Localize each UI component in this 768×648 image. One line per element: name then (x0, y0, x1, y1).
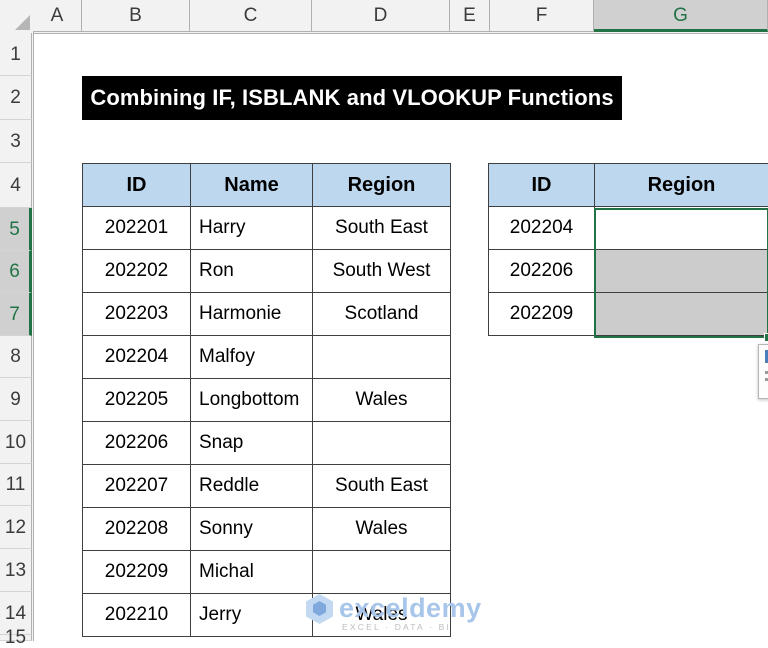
lookup-cell-region-active[interactable] (595, 207, 768, 250)
row-header-8[interactable]: 8 (0, 336, 32, 378)
select-all-triangle-icon (15, 15, 30, 30)
cell-region[interactable] (313, 422, 451, 465)
cell-region[interactable]: South West (313, 250, 451, 293)
row-header-15[interactable]: 15 (0, 635, 32, 641)
column-header-e[interactable]: E (450, 0, 490, 32)
column-header-region[interactable]: Region (313, 164, 451, 207)
worksheet-grid[interactable]: Combining IF, ISBLANK and VLOOKUP Functi… (33, 33, 768, 641)
lookup-cell-id[interactable]: 202204 (489, 207, 595, 250)
cell-id[interactable]: 202204 (83, 336, 191, 379)
cell-region[interactable]: Wales (313, 379, 451, 422)
cell-id[interactable]: 202209 (83, 551, 191, 594)
lookup-cell-id[interactable]: 202206 (489, 250, 595, 293)
cell-id[interactable]: 202207 (83, 465, 191, 508)
column-header-d[interactable]: D (312, 0, 450, 32)
lookup-result-table[interactable]: ID Region 202204 202206 202209 (488, 163, 768, 336)
quick-analysis-popup[interactable] (758, 344, 768, 399)
cell-name[interactable]: Malfoy (191, 336, 313, 379)
lookup-column-header-region[interactable]: Region (595, 164, 768, 207)
select-all-corner[interactable] (0, 0, 34, 34)
cell-region[interactable]: Scotland (313, 293, 451, 336)
cell-id[interactable]: 202210 (83, 594, 191, 637)
column-header-g[interactable]: G (594, 0, 768, 32)
row-header-3[interactable]: 3 (0, 120, 32, 163)
table-row[interactable]: 202210 Jerry Wales (83, 594, 451, 637)
cell-region[interactable]: Wales (313, 508, 451, 551)
row-header-9[interactable]: 9 (0, 378, 32, 421)
title-banner: Combining IF, ISBLANK and VLOOKUP Functi… (82, 76, 622, 120)
cell-name[interactable]: Jerry (191, 594, 313, 637)
column-header-name[interactable]: Name (191, 164, 313, 207)
table-row[interactable]: 202209 (489, 293, 768, 336)
table-header-row: ID Region (489, 164, 768, 207)
row-header-4[interactable]: 4 (0, 163, 32, 208)
table-row[interactable]: 202201 Harry South East (83, 207, 451, 250)
cell-region[interactable]: Wales (313, 594, 451, 637)
cell-name[interactable]: Snap (191, 422, 313, 465)
table-row[interactable]: 202202 Ron South West (83, 250, 451, 293)
table-row[interactable]: 202205 Longbottom Wales (83, 379, 451, 422)
cell-region[interactable]: South East (313, 465, 451, 508)
table-row[interactable]: 202208 Sonny Wales (83, 508, 451, 551)
fill-handle[interactable] (764, 333, 768, 342)
excel-worksheet: Combining IF, ISBLANK and VLOOKUP Functi… (0, 0, 768, 641)
row-header-1[interactable]: 1 (0, 33, 32, 76)
row-header-10[interactable]: 10 (0, 421, 32, 464)
table-row[interactable]: 202204 Malfoy (83, 336, 451, 379)
row-header-2[interactable]: 2 (0, 76, 32, 120)
column-header-id[interactable]: ID (83, 164, 191, 207)
column-header-c[interactable]: C (190, 0, 312, 32)
row-header-12[interactable]: 12 (0, 506, 32, 549)
source-data-table[interactable]: ID Name Region 202201 Harry South East 2… (82, 163, 451, 637)
lookup-column-header-id[interactable]: ID (489, 164, 595, 207)
table-header-row: ID Name Region (83, 164, 451, 207)
row-header-7[interactable]: 7 (0, 293, 32, 336)
cell-id[interactable]: 202202 (83, 250, 191, 293)
cell-id[interactable]: 202206 (83, 422, 191, 465)
lookup-cell-region-selected[interactable] (595, 293, 768, 336)
cell-region[interactable] (313, 551, 451, 594)
banner-title: Combining IF, ISBLANK and VLOOKUP Functi… (90, 85, 613, 111)
cell-region[interactable] (313, 336, 451, 379)
cell-name[interactable]: Harry (191, 207, 313, 250)
table-row[interactable]: 202203 Harmonie Scotland (83, 293, 451, 336)
column-header-b[interactable]: B (82, 0, 190, 32)
column-header-f[interactable]: F (490, 0, 594, 32)
cell-id[interactable]: 202203 (83, 293, 191, 336)
cell-name[interactable]: Reddle (191, 465, 313, 508)
cell-name[interactable]: Ron (191, 250, 313, 293)
cell-id[interactable]: 202205 (83, 379, 191, 422)
row-header-11[interactable]: 11 (0, 464, 32, 506)
table-row[interactable]: 202209 Michal (83, 551, 451, 594)
table-row[interactable]: 202206 Snap (83, 422, 451, 465)
table-row[interactable]: 202204 (489, 207, 768, 250)
cell-id[interactable]: 202201 (83, 207, 191, 250)
lookup-cell-region-selected[interactable] (595, 250, 768, 293)
row-header-6[interactable]: 6 (0, 251, 32, 293)
cell-name[interactable]: Harmonie (191, 293, 313, 336)
cell-name[interactable]: Sonny (191, 508, 313, 551)
table-row[interactable]: 202207 Reddle South East (83, 465, 451, 508)
cell-name[interactable]: Michal (191, 551, 313, 594)
column-header-a[interactable]: A (33, 0, 82, 32)
row-header-13[interactable]: 13 (0, 549, 32, 592)
cell-region[interactable]: South East (313, 207, 451, 250)
row-header-5[interactable]: 5 (0, 208, 32, 251)
cell-id[interactable]: 202208 (83, 508, 191, 551)
lookup-cell-id[interactable]: 202209 (489, 293, 595, 336)
cell-name[interactable]: Longbottom (191, 379, 313, 422)
table-row[interactable]: 202206 (489, 250, 768, 293)
